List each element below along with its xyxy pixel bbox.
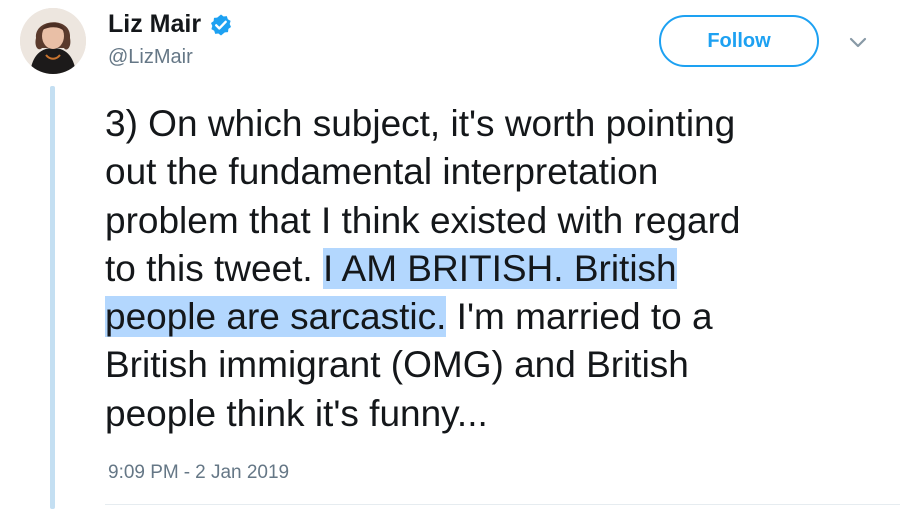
profile-photo-icon: [20, 8, 86, 74]
timestamp-separator: -: [183, 462, 191, 483]
tweet-text: 3) On which subject, it's worth pointing…: [105, 100, 895, 438]
tweet-text-line: people think it's funny...: [105, 390, 895, 438]
tweet-time: 9:09 PM: [108, 462, 179, 483]
tweet-text-segment: to this tweet.: [105, 247, 323, 289]
chevron-down-icon[interactable]: [846, 30, 870, 54]
author-name-row: Liz Mair: [108, 10, 233, 39]
tweet-text-line: problem that I think existed with regard: [105, 197, 895, 245]
tweet-timestamp[interactable]: 9:09 PM - 2 Jan 2019: [108, 462, 289, 484]
tweet-date: 2 Jan 2019: [195, 462, 290, 483]
tweet-text-line: 3) On which subject, it's worth pointing: [105, 100, 895, 148]
tweet-text-line: British immigrant (OMG) and British: [105, 341, 895, 389]
tweet-text-line: people are sarcastic. I'm married to a: [105, 293, 895, 341]
verified-badge-icon: [211, 14, 232, 35]
tweet-text-segment: 3) On which subject, it's worth pointing: [105, 103, 736, 144]
author-handle[interactable]: @LizMair: [108, 46, 193, 69]
author-display-name[interactable]: Liz Mair: [108, 10, 201, 39]
tweet-text-segment: people think it's funny...: [105, 392, 488, 434]
thread-line: [50, 86, 55, 509]
tweet-text-segment: problem that I think existed with regard: [105, 199, 741, 241]
tweet-text-line: to this tweet. I AM BRITISH. British: [105, 245, 895, 293]
tweet-text-line: out the fundamental interpretation: [105, 148, 895, 196]
highlighted-text: I AM BRITISH. British: [323, 247, 677, 289]
tweet-text-segment: out the fundamental interpretation: [105, 151, 659, 193]
divider: [105, 504, 900, 505]
tweet-text-segment: British immigrant (OMG) and British: [105, 344, 689, 386]
tweet-text-segment: I'm married to a: [446, 296, 713, 338]
author-avatar[interactable]: [20, 8, 86, 74]
follow-button[interactable]: Follow: [659, 15, 819, 67]
highlighted-text: people are sarcastic.: [105, 296, 447, 338]
